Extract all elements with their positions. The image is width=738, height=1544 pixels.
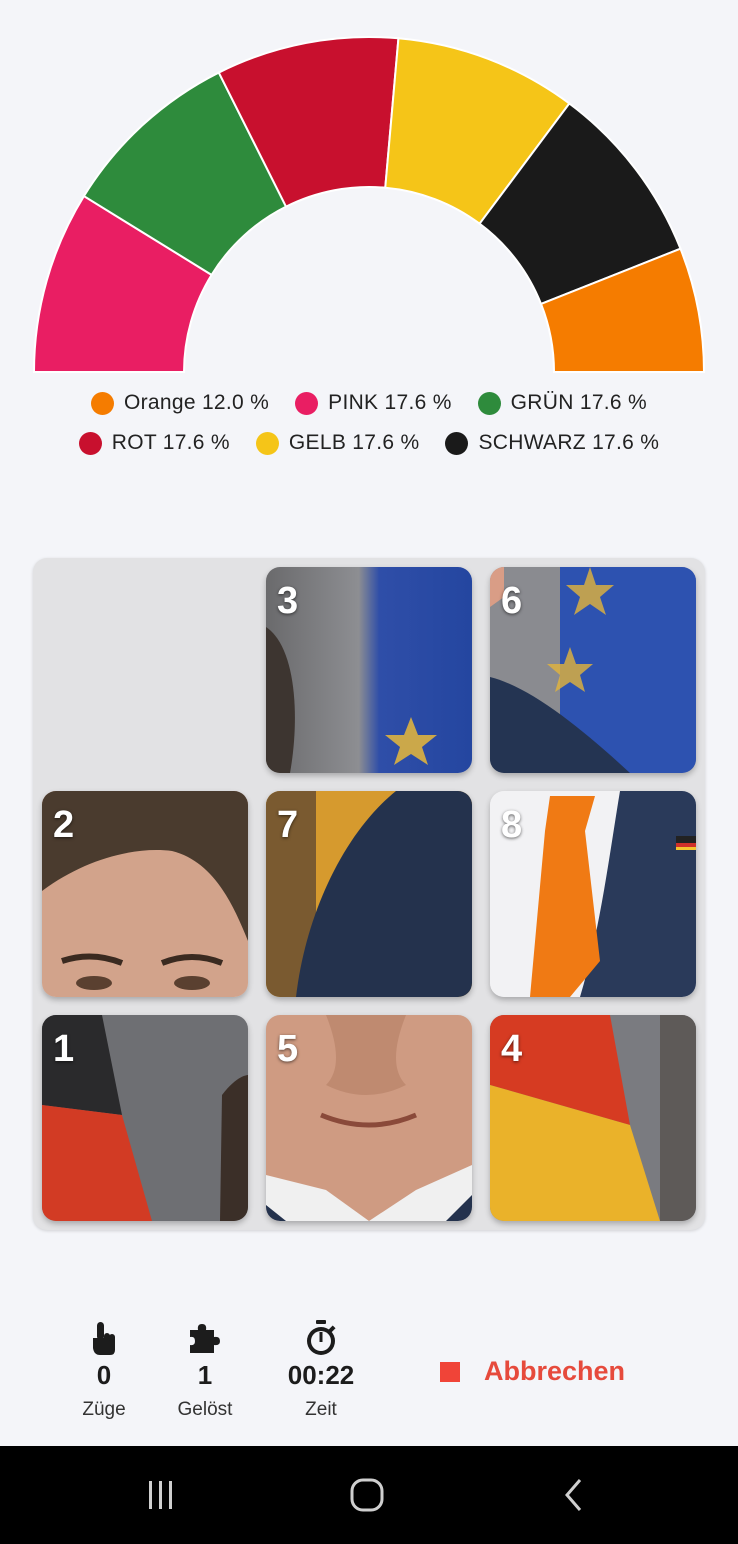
tile-number: 3 <box>277 580 299 622</box>
puzzle-tile-2[interactable]: 2 <box>42 791 248 997</box>
home-icon <box>350 1478 384 1512</box>
puzzle-tile-6[interactable]: 6 <box>490 567 696 773</box>
puzzle-tile-5[interactable]: 5 <box>266 1015 472 1221</box>
legend-label: PINK 17.6 % <box>328 391 452 414</box>
legend-item: ROT 17.6 % <box>78 428 230 458</box>
moves-stat: 0 Züge <box>54 1318 154 1421</box>
puzzle-tile-3[interactable]: 3 <box>266 567 472 773</box>
legend-label: SCHWARZ 17.6 % <box>478 431 660 454</box>
back-button[interactable] <box>556 1474 592 1516</box>
legend-color-dot <box>90 391 114 415</box>
back-icon <box>565 1479 582 1511</box>
legend-label: ROT 17.6 % <box>111 431 230 454</box>
legend-item: Orange 12.0 % <box>90 388 270 418</box>
puzzle-tile-7[interactable]: 7 <box>266 791 472 997</box>
legend-color-dot <box>477 391 501 415</box>
empty-slot <box>33 558 257 782</box>
solved-label: Gelöst <box>177 1399 233 1420</box>
tile-number: 1 <box>53 1028 75 1070</box>
tile-number: 7 <box>277 804 299 846</box>
puzzle-board: 3 6 2 7 8 1 5 4 <box>33 558 705 1230</box>
cancel-label: Abbrechen <box>484 1356 626 1386</box>
chart-legend-row-2: ROT 17.6 % GELB 17.6 % SCHWARZ 17.6 % <box>0 428 738 458</box>
legend-color-dot <box>78 431 102 455</box>
tile-number: 2 <box>53 804 75 846</box>
solved-value: 1 <box>197 1360 213 1390</box>
legend-label: GELB 17.6 % <box>288 431 420 454</box>
recent-apps-icon <box>149 1481 172 1509</box>
system-nav-bar <box>0 1446 738 1544</box>
puzzle-tile-1[interactable]: 1 <box>42 1015 248 1221</box>
tile-number: 6 <box>501 580 523 622</box>
legend-label: GRÜN 17.6 % <box>510 391 648 414</box>
time-value: 00:22 <box>287 1360 355 1390</box>
home-button[interactable] <box>346 1474 388 1516</box>
puzzle-tile-8[interactable]: 8 <box>490 791 696 997</box>
hand-pointer-icon <box>54 1318 154 1358</box>
legend-item: GRÜN 17.6 % <box>477 388 648 418</box>
solved-stat: 1 Gelöst <box>155 1318 255 1421</box>
party-donut-chart <box>32 36 706 373</box>
stats-bar: 0 Züge 1 Gelöst 00:22 Zeit <box>0 1318 738 1438</box>
time-label: Zeit <box>305 1399 337 1420</box>
legend-label: Orange 12.0 % <box>123 391 270 414</box>
recent-apps-button[interactable] <box>140 1474 182 1516</box>
time-stat: 00:22 Zeit <box>271 1318 371 1421</box>
legend-color-dot <box>295 391 319 415</box>
chart-legend-row-1: Orange 12.0 % PINK 17.6 % GRÜN 17.6 % <box>0 388 738 418</box>
puzzle-tile-4[interactable]: 4 <box>490 1015 696 1221</box>
tile-number: 5 <box>277 1028 299 1070</box>
tile-number: 8 <box>501 804 523 846</box>
cancel-button[interactable]: Abbrechen <box>440 1356 625 1387</box>
stopwatch-icon <box>271 1318 371 1358</box>
moves-label: Züge <box>82 1399 126 1420</box>
legend-color-dot <box>255 431 279 455</box>
legend-item: GELB 17.6 % <box>255 428 420 458</box>
puzzle-icon <box>155 1318 255 1358</box>
tile-number: 4 <box>501 1028 523 1070</box>
legend-item: PINK 17.6 % <box>295 388 452 418</box>
legend-color-dot <box>445 431 469 455</box>
legend-item: SCHWARZ 17.6 % <box>445 428 659 458</box>
stop-icon <box>440 1361 460 1382</box>
moves-value: 0 <box>96 1360 112 1390</box>
